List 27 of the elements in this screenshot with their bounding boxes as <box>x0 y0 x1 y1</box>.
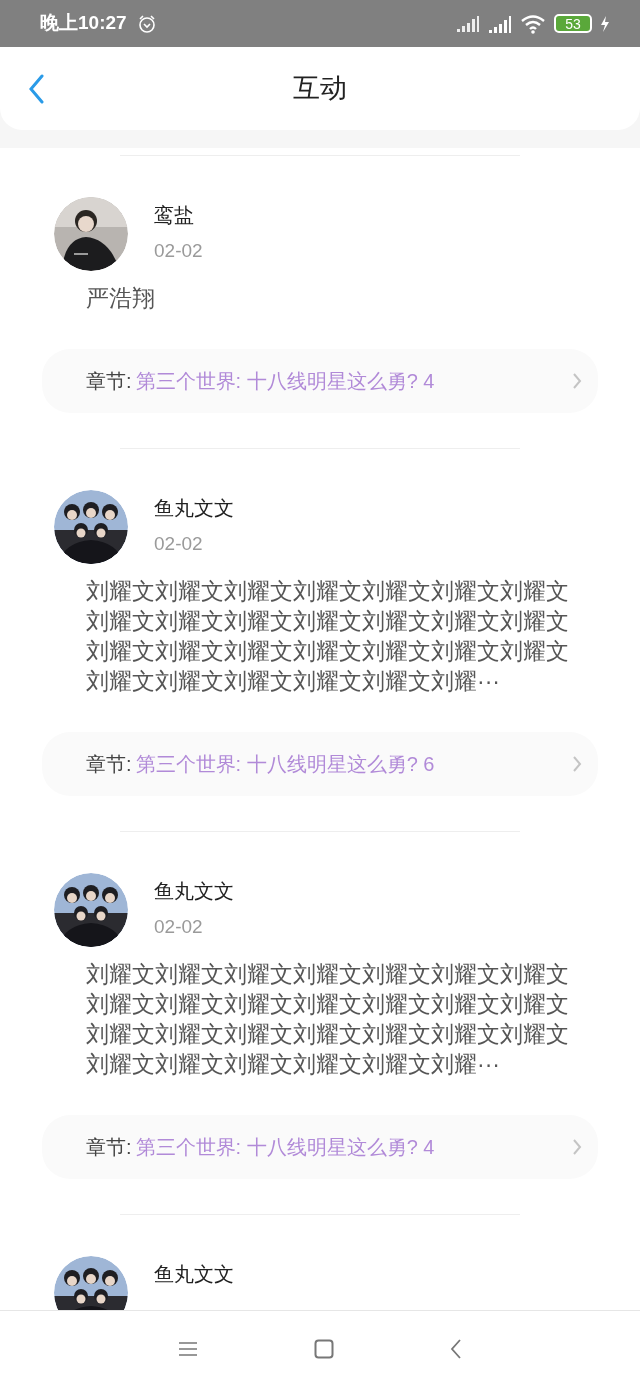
comment-text: 刘耀文刘耀文刘耀文刘耀文刘耀文刘耀文刘耀文刘耀文刘耀文刘耀文刘耀文刘耀文刘耀文刘耀文刘耀文刘耀文刘耀文刘耀文刘耀文刘耀文刘耀文刘耀文刘耀文刘耀文刘耀文刘耀文刘耀··· <box>86 577 570 696</box>
signal-icon <box>456 14 480 33</box>
status-time: 晚上10:27 <box>40 11 127 36</box>
chapter-link[interactable]: 章节: 第三个世界: 十八线明星这么勇? 4 <box>42 349 598 413</box>
user-name: 鱼丸文文 <box>154 496 234 521</box>
chapter-link[interactable]: 章节: 第三个世界: 十八线明星这么勇? 4 <box>42 1115 598 1179</box>
signal-icon <box>488 13 512 34</box>
back-icon[interactable] <box>450 1339 462 1359</box>
comment-text: 严浩翔 <box>86 284 156 313</box>
charging-icon <box>600 15 610 32</box>
menu-icon[interactable] <box>178 1341 198 1357</box>
comment-text: 刘耀文刘耀文刘耀文刘耀文刘耀文刘耀文刘耀文刘耀文刘耀文刘耀文刘耀文刘耀文刘耀文刘耀文刘耀文刘耀文刘耀文刘耀文刘耀文刘耀文刘耀文刘耀文刘耀文刘耀文刘耀文刘耀文刘耀··· <box>86 960 570 1079</box>
chevron-right-icon <box>572 1139 582 1155</box>
chapter-link[interactable]: 章节: 第三个世界: 十八线明星这么勇? 6 <box>42 732 598 796</box>
comment-date: 02-02 <box>154 532 204 556</box>
user-name: 鸾盐 <box>154 203 195 228</box>
comment-date: 02-02 <box>154 915 204 939</box>
battery-indicator: 53 <box>554 14 592 33</box>
alarm-icon <box>136 13 157 34</box>
wifi-icon <box>520 13 546 34</box>
page-title: 互动 <box>293 72 347 106</box>
user-name: 鱼丸文文 <box>154 879 234 904</box>
chevron-right-icon <box>572 756 582 772</box>
home-icon[interactable] <box>314 1339 334 1359</box>
comment-date: 02-02 <box>154 239 203 263</box>
chevron-right-icon <box>572 373 582 389</box>
user-name: 鱼丸文文 <box>154 1262 234 1287</box>
